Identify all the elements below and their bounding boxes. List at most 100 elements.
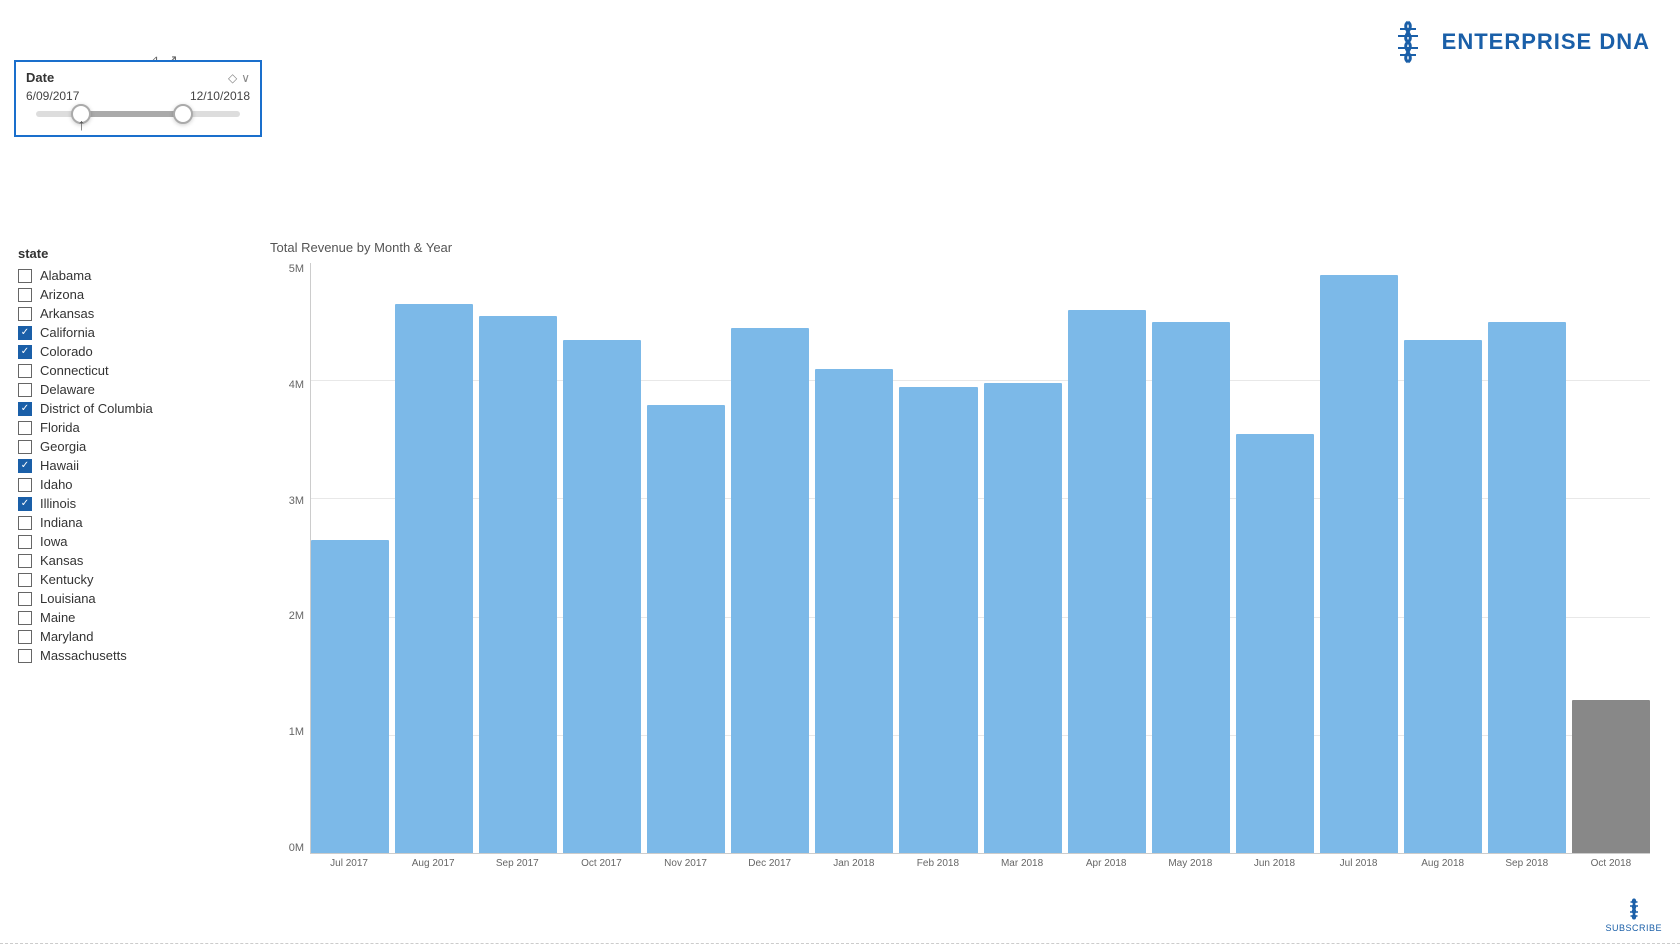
bar: [1320, 275, 1398, 853]
bar: [1488, 322, 1566, 853]
state-checkbox[interactable]: [18, 516, 32, 530]
bar-group[interactable]: [815, 263, 893, 853]
bar-group[interactable]: [479, 263, 557, 853]
date-range-labels: 6/09/2017 12/10/2018: [26, 89, 250, 103]
state-checkbox[interactable]: [18, 459, 32, 473]
y-axis-label: 1M: [289, 726, 304, 738]
bar: [1236, 434, 1314, 853]
y-axis-label: 2M: [289, 610, 304, 622]
state-item[interactable]: Delaware: [18, 381, 238, 398]
date-filter-controls: ◇ ∨: [228, 71, 250, 85]
bar-group[interactable]: [899, 263, 977, 853]
bar-group[interactable]: [1572, 263, 1650, 853]
date-end: 12/10/2018: [190, 89, 250, 103]
state-checkbox[interactable]: [18, 288, 32, 302]
state-checkbox[interactable]: [18, 611, 32, 625]
state-item[interactable]: Maine: [18, 609, 238, 626]
state-checkbox[interactable]: [18, 554, 32, 568]
state-item[interactable]: Iowa: [18, 533, 238, 550]
state-checkbox[interactable]: [18, 421, 32, 435]
state-label: Florida: [40, 420, 80, 435]
state-label: California: [40, 325, 95, 340]
state-item[interactable]: Kentucky: [18, 571, 238, 588]
y-axis-label: 0M: [289, 842, 304, 854]
x-axis-label: Jun 2018: [1235, 854, 1313, 884]
bar: [815, 369, 893, 853]
state-label: Maryland: [40, 629, 93, 644]
x-axis-label: Feb 2018: [899, 854, 977, 884]
state-item[interactable]: Florida: [18, 419, 238, 436]
subscribe-dna-icon: [1622, 897, 1646, 921]
state-item[interactable]: Hawaii: [18, 457, 238, 474]
bar-group[interactable]: [1068, 263, 1146, 853]
state-checkbox[interactable]: [18, 383, 32, 397]
state-label: Maine: [40, 610, 75, 625]
state-item[interactable]: Indiana: [18, 514, 238, 531]
state-checkbox[interactable]: [18, 497, 32, 511]
x-axis-label: Nov 2017: [647, 854, 725, 884]
state-checkbox[interactable]: [18, 630, 32, 644]
state-list: Alabama Arizona Arkansas California Colorado…: [18, 267, 238, 664]
logo-text: ENTERPRISE DNA: [1442, 29, 1650, 55]
date-slider-track[interactable]: ↑: [36, 111, 240, 117]
state-item[interactable]: Colorado: [18, 343, 238, 360]
state-checkbox[interactable]: [18, 535, 32, 549]
state-item[interactable]: Arizona: [18, 286, 238, 303]
date-filter-collapse[interactable]: ∨: [241, 71, 250, 85]
state-checkbox[interactable]: [18, 326, 32, 340]
date-filter-widget: Date ◇ ∨ 6/09/2017 12/10/2018 ↑: [14, 60, 262, 137]
state-item[interactable]: Alabama: [18, 267, 238, 284]
x-axis-label: Jan 2018: [815, 854, 893, 884]
state-label: Connecticut: [40, 363, 109, 378]
state-checkbox[interactable]: [18, 364, 32, 378]
bar-group[interactable]: [395, 263, 473, 853]
state-item[interactable]: Arkansas: [18, 305, 238, 322]
state-item[interactable]: Kansas: [18, 552, 238, 569]
state-checkbox[interactable]: [18, 402, 32, 416]
bar-group[interactable]: [1488, 263, 1566, 853]
x-axis-label: Mar 2018: [983, 854, 1061, 884]
state-label: Iowa: [40, 534, 67, 549]
date-start: 6/09/2017: [26, 89, 79, 103]
state-label: Kentucky: [40, 572, 93, 587]
bar-group[interactable]: [311, 263, 389, 853]
state-checkbox[interactable]: [18, 345, 32, 359]
state-checkbox[interactable]: [18, 307, 32, 321]
state-slicer-title: state: [18, 246, 238, 261]
state-checkbox[interactable]: [18, 592, 32, 606]
state-checkbox[interactable]: [18, 649, 32, 663]
slider-thumb-right[interactable]: [173, 104, 193, 124]
state-checkbox[interactable]: [18, 440, 32, 454]
subscribe-button[interactable]: SUBSCRIBE: [1605, 897, 1662, 933]
bar-group[interactable]: [731, 263, 809, 853]
state-item[interactable]: Illinois: [18, 495, 238, 512]
bar-group[interactable]: [1152, 263, 1230, 853]
state-item[interactable]: Georgia: [18, 438, 238, 455]
slider-fill: [81, 111, 183, 117]
state-item[interactable]: Massachusetts: [18, 647, 238, 664]
bar-group[interactable]: [1236, 263, 1314, 853]
state-item[interactable]: Louisiana: [18, 590, 238, 607]
x-axis-label: Oct 2018: [1572, 854, 1650, 884]
bar-group[interactable]: [1320, 263, 1398, 853]
state-item[interactable]: Connecticut: [18, 362, 238, 379]
bar-group[interactable]: [1404, 263, 1482, 853]
state-item[interactable]: District of Columbia: [18, 400, 238, 417]
state-item[interactable]: Maryland: [18, 628, 238, 645]
subscribe-label: SUBSCRIBE: [1605, 923, 1662, 933]
state-item[interactable]: Idaho: [18, 476, 238, 493]
bar-group[interactable]: [984, 263, 1062, 853]
state-item[interactable]: California: [18, 324, 238, 341]
state-label: Massachusetts: [40, 648, 127, 663]
bar-group[interactable]: [563, 263, 641, 853]
bar: [395, 304, 473, 853]
state-checkbox[interactable]: [18, 573, 32, 587]
state-checkbox[interactable]: [18, 478, 32, 492]
state-checkbox[interactable]: [18, 269, 32, 283]
y-axis-label: 3M: [289, 495, 304, 507]
date-filter-reset[interactable]: ◇: [228, 71, 237, 85]
bar-group[interactable]: [647, 263, 725, 853]
state-label: Delaware: [40, 382, 95, 397]
x-axis-label: Sep 2018: [1488, 854, 1566, 884]
bar: [1152, 322, 1230, 853]
